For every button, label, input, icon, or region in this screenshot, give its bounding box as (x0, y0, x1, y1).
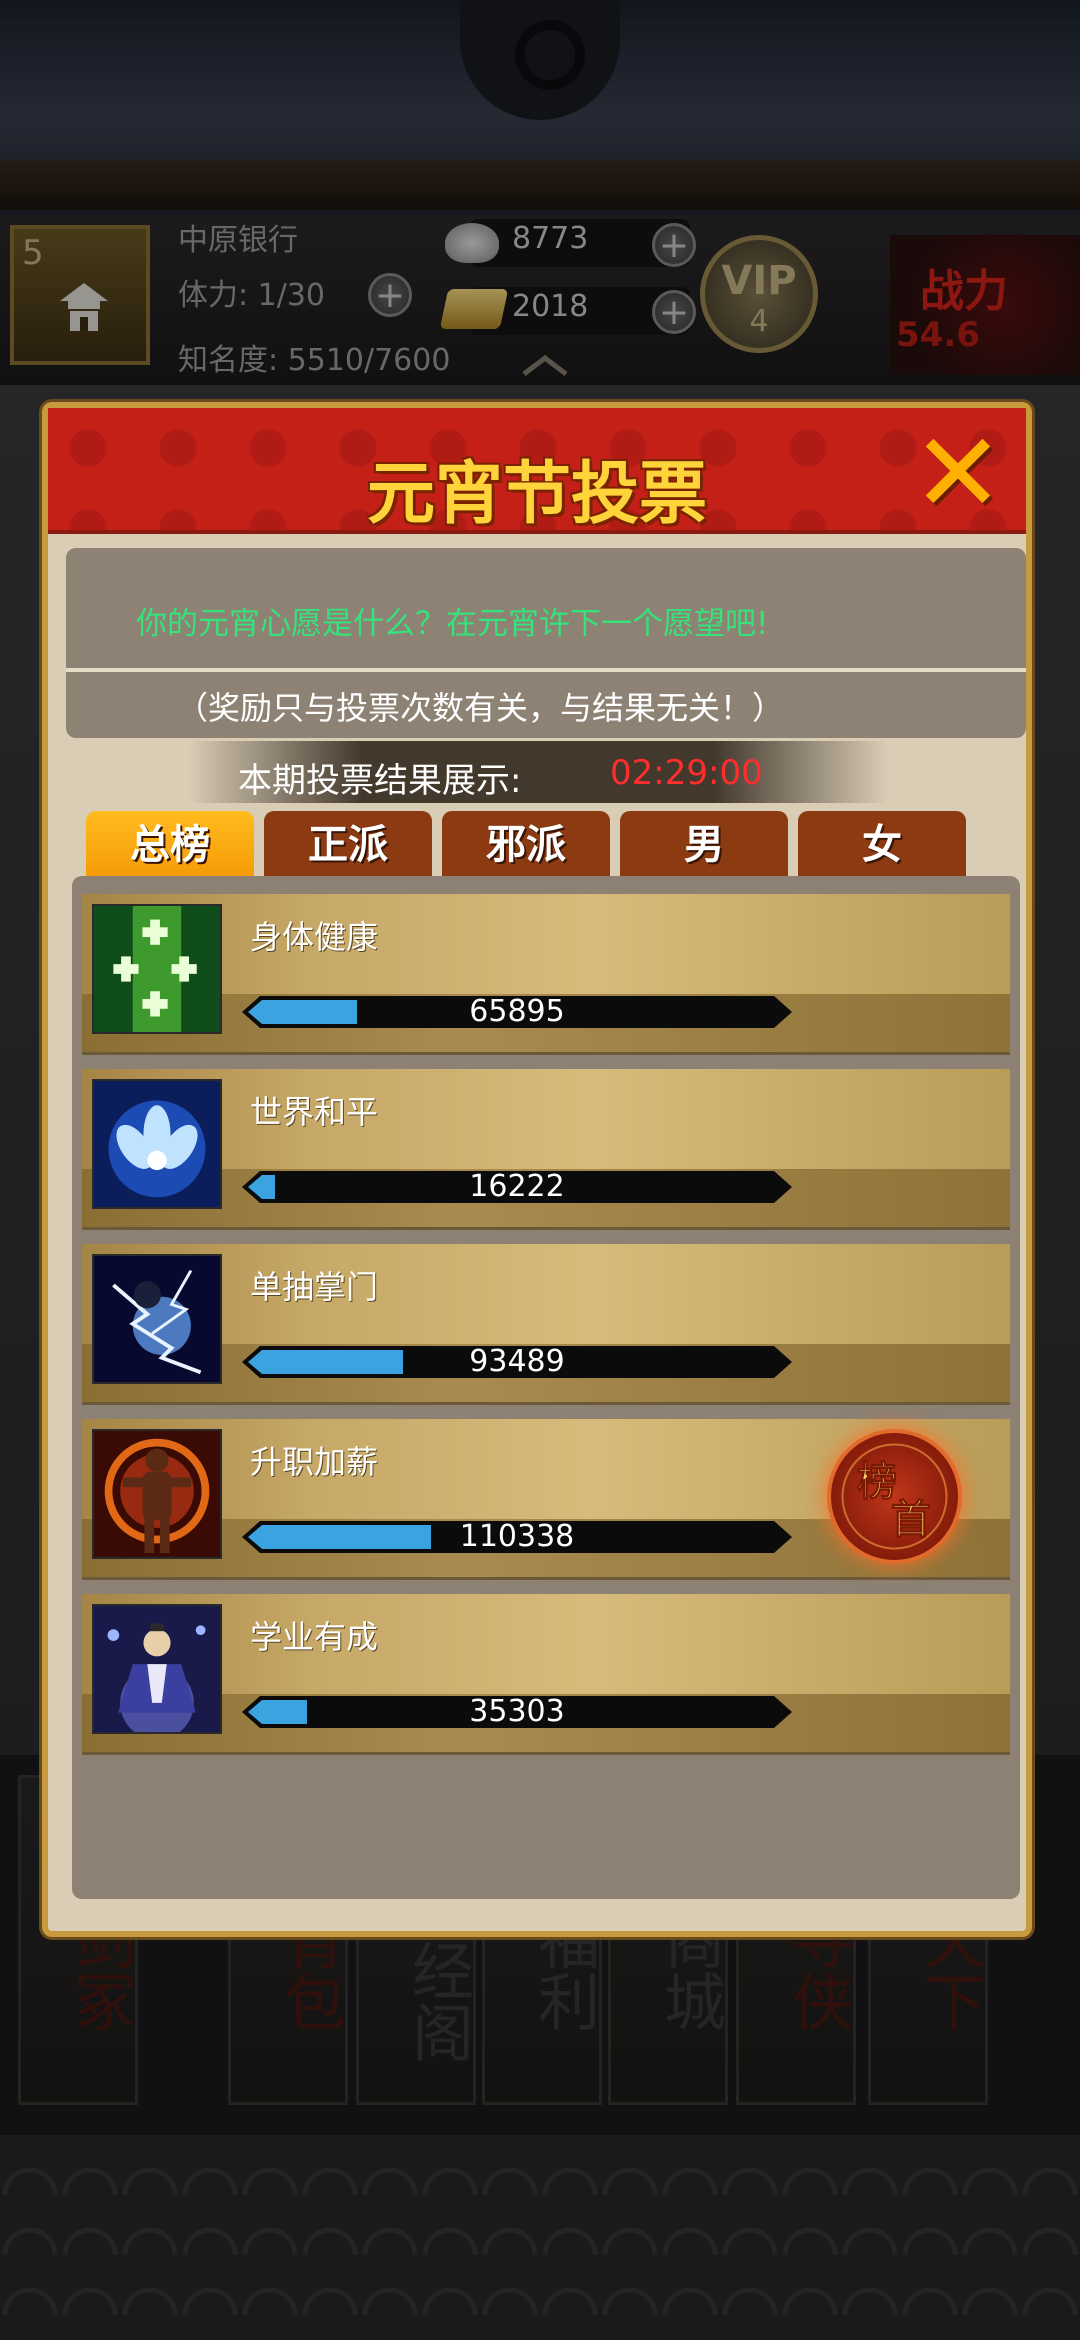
vote-count: 65895 (469, 994, 565, 1029)
reward-note: （奖励只与投票次数有关，与结果无关！） (176, 689, 785, 727)
list-item[interactable]: 世界和平 16222 (82, 1069, 1010, 1230)
top-rank-seal-graphic: 榜 首 (841, 1443, 948, 1550)
tab-righteous[interactable]: 正派 (264, 811, 432, 879)
item-name: 学业有成 (250, 1618, 379, 1656)
popup-title: 元宵节投票 (366, 454, 707, 534)
item-name: 身体健康 (250, 918, 379, 956)
tab-female[interactable]: 女 (798, 811, 966, 879)
list-item[interactable]: 学业有成 35303 (82, 1594, 1010, 1755)
countdown-time: 02:29:00 (610, 753, 763, 793)
vote-count: 16222 (469, 1169, 565, 1204)
peace-icon (92, 1079, 222, 1209)
list-item[interactable]: 升职加薪 110338 榜 首 (82, 1419, 1010, 1580)
top-rank-seal: 榜 首 (827, 1429, 962, 1564)
vote-bar: 16222 (242, 1171, 792, 1203)
vote-bar: 65895 (242, 996, 792, 1028)
tab-evil[interactable]: 邪派 (442, 811, 610, 879)
tab-bar: 总榜 正派 邪派 男 女 (86, 811, 986, 879)
close-button[interactable]: ✕ (908, 418, 1008, 528)
lightning-icon (92, 1254, 222, 1384)
svg-text:首: 首 (891, 1496, 931, 1543)
study-icon (92, 1604, 222, 1734)
item-name: 单抽掌门 (250, 1268, 379, 1306)
promotion-icon (92, 1429, 222, 1559)
ranking-list: 身体健康 65895 世界和平 16222 单抽掌门 93489 升职加薪 11… (72, 876, 1020, 1899)
countdown-label: 本期投票结果展示: (238, 761, 522, 801)
tab-male[interactable]: 男 (620, 811, 788, 879)
vote-bar: 35303 (242, 1696, 792, 1728)
item-name: 升职加薪 (250, 1443, 379, 1481)
close-icon: ✕ (911, 409, 1005, 537)
tab-overall[interactable]: 总榜 (86, 811, 254, 879)
vote-count: 93489 (469, 1344, 565, 1379)
vote-popup: 元宵节投票 ✕ 你的元宵心愿是什么？在元宵许下一个愿望吧! （奖励只与投票次数有… (42, 402, 1032, 1937)
vote-count: 110338 (459, 1519, 575, 1554)
countdown-row: 本期投票结果展示: 02:29:00 (188, 741, 888, 803)
vote-bar: 110338 (242, 1521, 792, 1553)
list-item[interactable]: 单抽掌门 93489 (82, 1244, 1010, 1405)
health-icon (92, 904, 222, 1034)
list-item[interactable]: 身体健康 65895 (82, 894, 1010, 1055)
info-divider (66, 668, 1026, 672)
item-name: 世界和平 (250, 1093, 379, 1131)
vote-count: 35303 (469, 1694, 565, 1729)
wish-text: 你的元宵心愿是什么？在元宵许下一个愿望吧! (136, 606, 769, 642)
info-box: 你的元宵心愿是什么？在元宵许下一个愿望吧! （奖励只与投票次数有关，与结果无关！… (66, 548, 1026, 738)
popup-header: 元宵节投票 ✕ (48, 408, 1026, 534)
vote-bar: 93489 (242, 1346, 792, 1378)
